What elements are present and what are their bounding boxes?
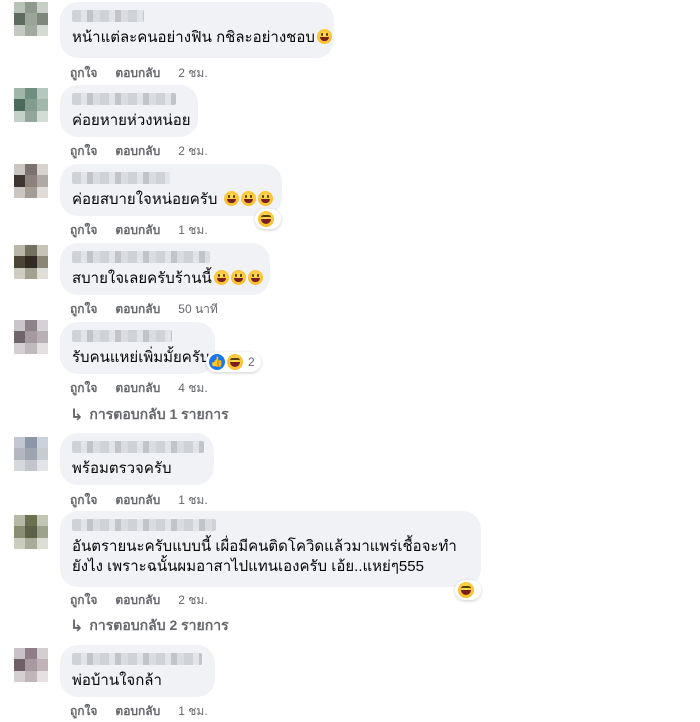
like-button[interactable]: ถูกใจ	[70, 64, 97, 83]
avatar[interactable]	[14, 245, 48, 279]
reply-arrow-icon: ↳	[70, 407, 84, 424]
comment-actions: ถูกใจ ตอบกลับ 2 ชม.	[70, 64, 208, 83]
comment-text: พร้อมตรวจครับ	[72, 460, 172, 477]
haha-reaction-icon	[227, 354, 243, 370]
avatar[interactable]	[14, 88, 48, 122]
comment-time[interactable]: 2 ชม.	[178, 64, 207, 83]
comment-text: สบายใจเลยครับร้านนี้	[72, 269, 263, 289]
avatar[interactable]	[14, 2, 48, 36]
comment-time[interactable]: 1 ชม.	[178, 491, 207, 510]
reply-button[interactable]: ตอบกลับ	[115, 221, 160, 240]
avatar[interactable]	[14, 648, 48, 682]
comment-actions: ถูกใจ ตอบกลับ 1 ชม.	[70, 491, 208, 510]
reaction-summary[interactable]: 👍 2	[206, 352, 261, 372]
comment-text: พ่อบ้านใจกล้า	[72, 672, 162, 689]
comment-actions: ถูกใจ ตอบกลับ 50 นาที	[70, 300, 218, 319]
like-button[interactable]: ถูกใจ	[70, 491, 97, 510]
commenter-name[interactable]	[72, 172, 170, 184]
like-button[interactable]: ถูกใจ	[70, 221, 97, 240]
haha-reaction-icon	[258, 211, 274, 227]
emoji-icon	[223, 191, 239, 206]
avatar[interactable]	[14, 320, 48, 354]
reply-button[interactable]: ตอบกลับ	[115, 64, 160, 83]
comment-bubble: อันตรายนะครับแบบนี้ เผื่อมีคนติดโควิดแล้…	[60, 511, 481, 587]
comment-time[interactable]: 4 ชม.	[178, 379, 207, 398]
like-button[interactable]: ถูกใจ	[70, 379, 97, 398]
avatar[interactable]	[14, 515, 48, 549]
reaction-summary[interactable]	[255, 209, 281, 229]
comment-bubble: สบายใจเลยครับร้านนี้	[60, 243, 270, 295]
comment-text: หน้าแต่ละคนอย่างฟิน กชิละอย่างชอบ	[72, 28, 332, 48]
comment-bubble: ค่อยหายห่วงหน่อย	[60, 85, 198, 137]
reaction-summary[interactable]	[455, 580, 481, 600]
comment-text: ค่อยหายห่วงหน่อย	[72, 112, 191, 129]
avatar[interactable]	[14, 164, 48, 198]
reply-button[interactable]: ตอบกลับ	[115, 702, 160, 721]
like-reaction-icon: 👍	[209, 354, 225, 370]
commenter-name[interactable]	[72, 251, 210, 263]
view-replies-link[interactable]: ↳ การตอบกลับ 2 รายการ	[70, 615, 229, 637]
reply-button[interactable]: ตอบกลับ	[115, 491, 160, 510]
commenter-name[interactable]	[72, 330, 172, 342]
reply-button[interactable]: ตอบกลับ	[115, 379, 160, 398]
reply-button[interactable]: ตอบกลับ	[115, 142, 160, 161]
comment-actions: ถูกใจ ตอบกลับ 2 ชม.	[70, 142, 208, 161]
like-button[interactable]: ถูกใจ	[70, 300, 97, 319]
comment-text: ค่อยสบายใจหน่อยครับ	[72, 190, 273, 210]
commenter-name[interactable]	[72, 10, 144, 22]
replies-label: การตอบกลับ 2 รายการ	[89, 617, 229, 633]
commenter-name[interactable]	[72, 519, 216, 531]
emoji-icon	[230, 270, 246, 285]
emoji-icon	[247, 270, 263, 285]
haha-reaction-icon	[458, 582, 474, 598]
comment-actions: ถูกใจ ตอบกลับ 1 ชม.	[70, 702, 208, 721]
view-replies-link[interactable]: ↳ การตอบกลับ 1 รายการ	[70, 404, 229, 426]
replies-label: การตอบกลับ 1 รายการ	[89, 406, 229, 422]
comment-text: อันตรายนะครับแบบนี้ เผื่อมีคนติดโควิดแล้…	[72, 538, 457, 575]
comment-bubble: หน้าแต่ละคนอย่างฟิน กชิละอย่างชอบ	[60, 2, 334, 58]
avatar[interactable]	[14, 437, 48, 471]
emoji-icon	[257, 191, 273, 206]
comment-text: รับคนแหย่เพิ่มมั้ยครับ	[72, 349, 210, 366]
like-button[interactable]: ถูกใจ	[70, 142, 97, 161]
emoji-icon	[213, 270, 229, 285]
emoji-icon	[240, 191, 256, 206]
comment-time[interactable]: 1 ชม.	[178, 221, 207, 240]
commenter-name[interactable]	[72, 441, 204, 453]
comment-bubble: พ่อบ้านใจกล้า	[60, 645, 215, 697]
reply-button[interactable]: ตอบกลับ	[115, 300, 160, 319]
comment-bubble: รับคนแหย่เพิ่มมั้ยครับ	[60, 322, 215, 374]
comment-time[interactable]: 1 ชม.	[178, 702, 207, 721]
reply-arrow-icon: ↳	[70, 618, 84, 635]
commenter-name[interactable]	[72, 653, 202, 665]
reply-button[interactable]: ตอบกลับ	[115, 591, 160, 610]
comment-actions: ถูกใจ ตอบกลับ 2 ชม.	[70, 591, 208, 610]
emoji-icon	[316, 29, 332, 44]
comment-time[interactable]: 2 ชม.	[178, 591, 207, 610]
comment-bubble: พร้อมตรวจครับ	[60, 433, 214, 485]
comment-bubble: ค่อยสบายใจหน่อยครับ	[60, 164, 282, 216]
comment-time[interactable]: 50 นาที	[178, 300, 218, 319]
commenter-name[interactable]	[72, 93, 176, 105]
like-button[interactable]: ถูกใจ	[70, 702, 97, 721]
comment-actions: ถูกใจ ตอบกลับ 1 ชม.	[70, 221, 208, 240]
like-button[interactable]: ถูกใจ	[70, 591, 97, 610]
comment-actions: ถูกใจ ตอบกลับ 4 ชม.	[70, 379, 208, 398]
reaction-count: 2	[248, 355, 255, 369]
comment-time[interactable]: 2 ชม.	[178, 142, 207, 161]
